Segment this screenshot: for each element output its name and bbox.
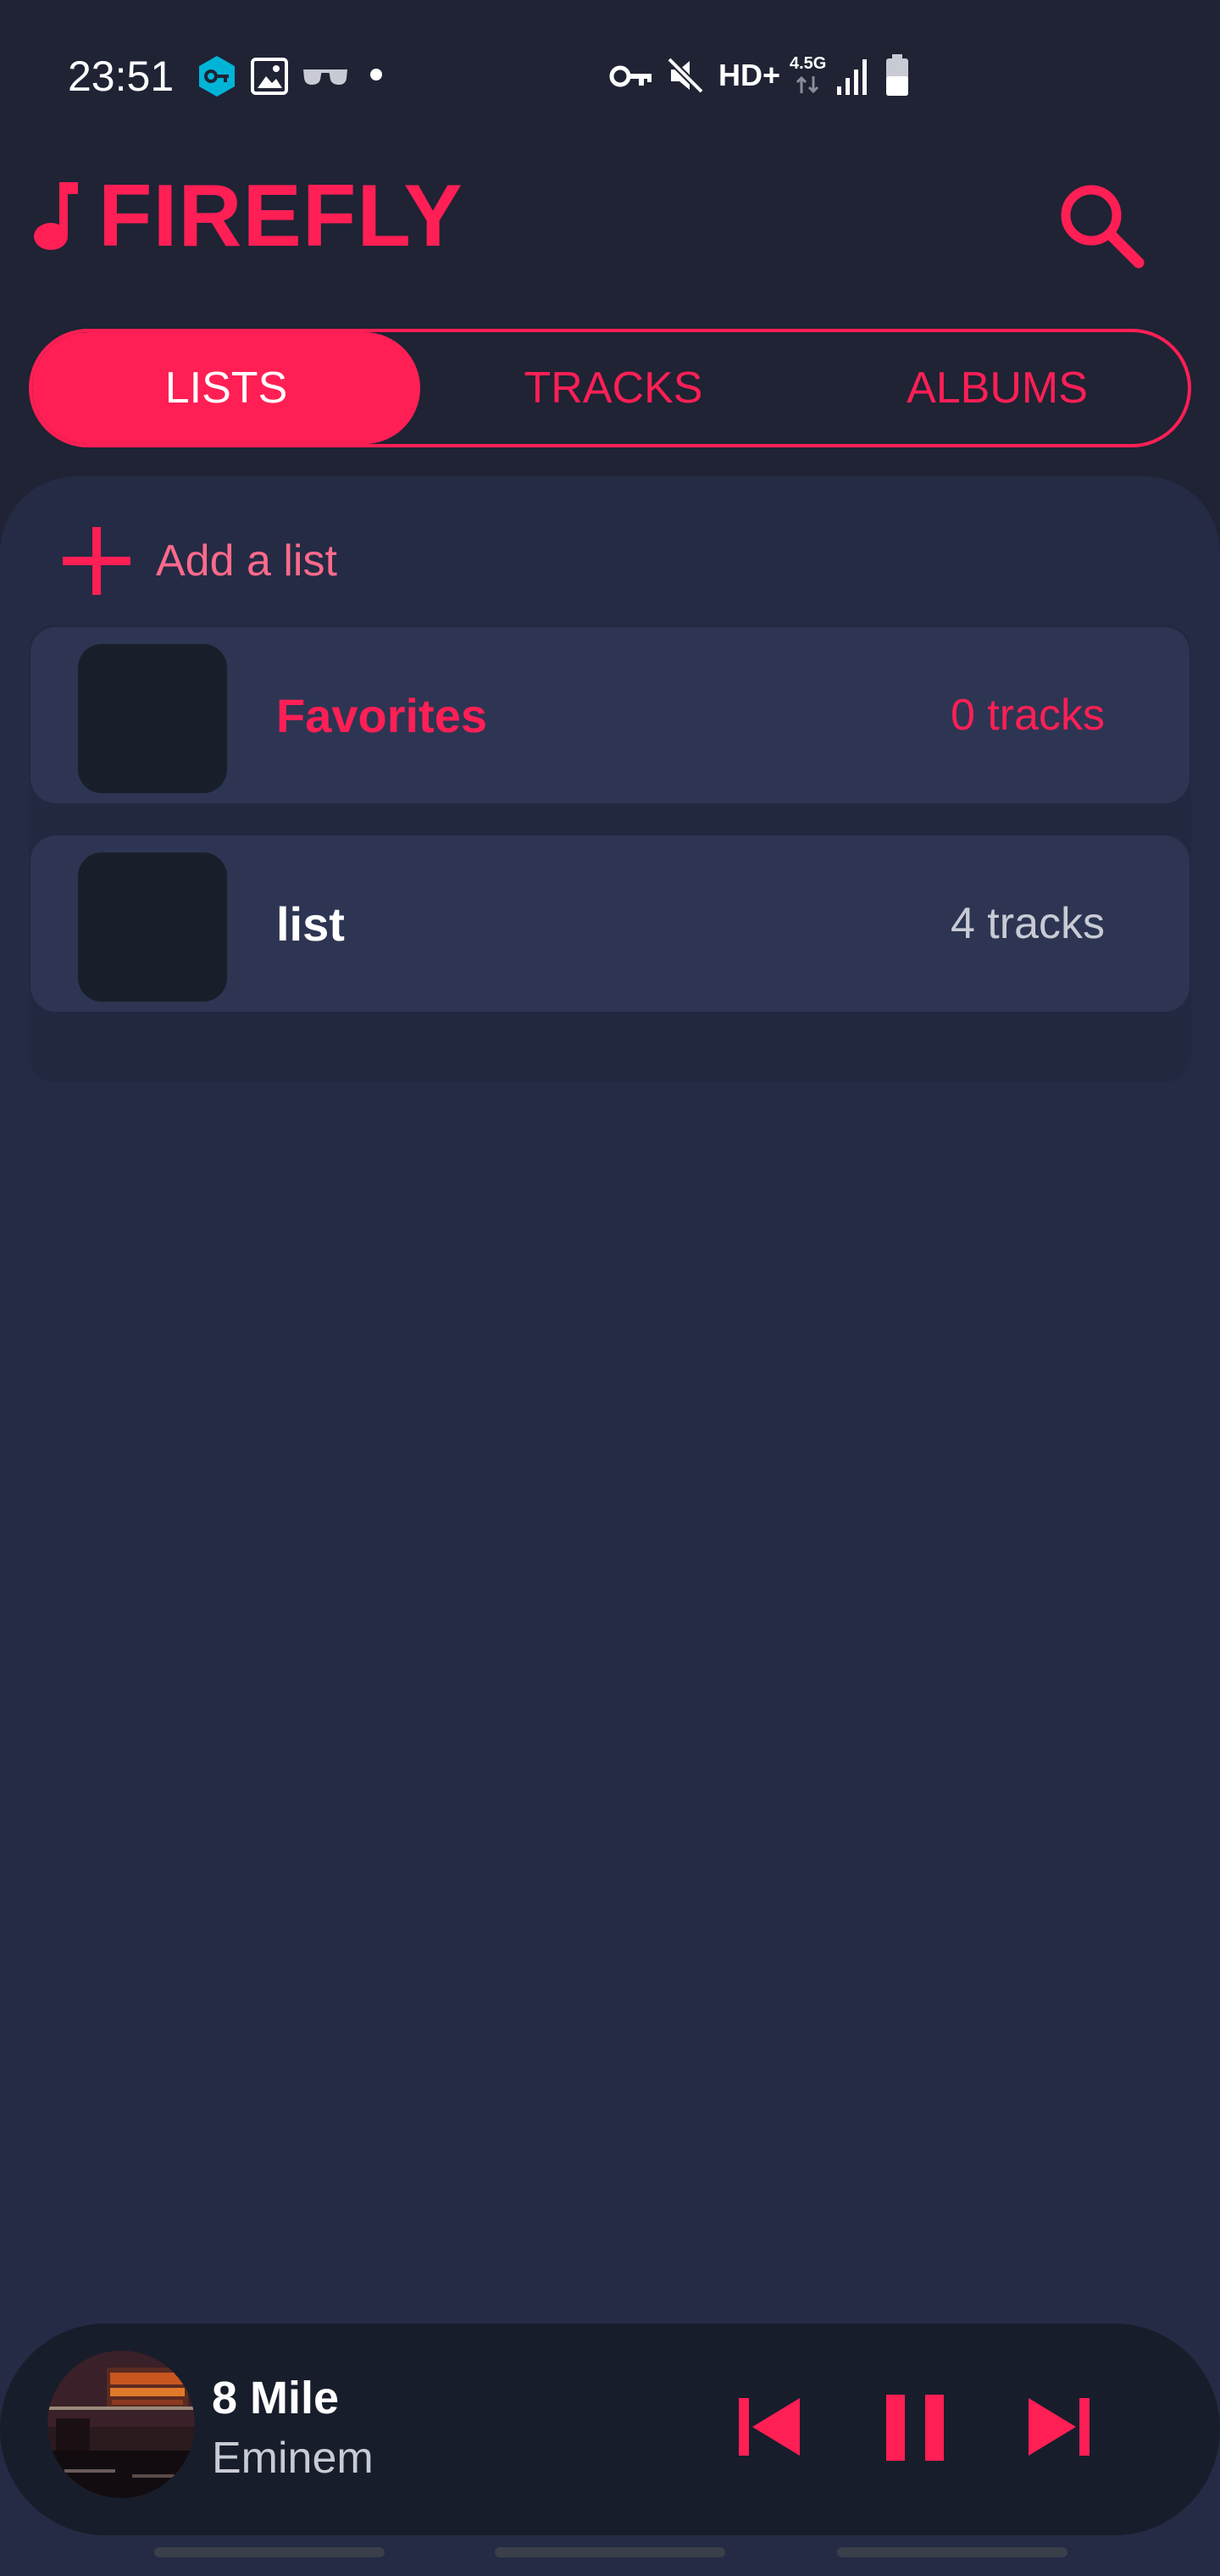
music-note-icon [34, 182, 78, 250]
signal-bars-icon [837, 59, 867, 95]
notification-dot-icon [370, 69, 382, 80]
next-icon [1029, 2398, 1090, 2456]
list-track-count: 4 tracks [950, 899, 1105, 948]
key-icon [609, 65, 652, 87]
list-item-list[interactable]: list 4 tracks [30, 836, 1190, 1012]
gesture-bar-center [495, 2547, 725, 2557]
track-artist: Eminem [212, 2434, 374, 2483]
battery-icon [886, 54, 908, 96]
list-thumbnail [78, 644, 227, 793]
list-item-favorites[interactable]: Favorites 0 tracks [30, 627, 1190, 803]
network-type: 4.5G [790, 54, 827, 73]
search-icon [1061, 185, 1145, 269]
mute-icon [667, 57, 704, 94]
gesture-bar-right [837, 2547, 1068, 2557]
vpn-key-badge-icon [199, 56, 235, 97]
tab-albums[interactable]: ALBUMS [807, 332, 1188, 444]
next-button[interactable] [1017, 2384, 1101, 2469]
app-header: FIREFLY [0, 161, 1220, 271]
app-screen: 23:51 HD+ 4.5G FIREFLY LISTS TRACKS ALBU… [0, 0, 1220, 2576]
brand: FIREFLY [30, 169, 463, 263]
incognito-glasses-icon [303, 69, 347, 85]
list-name: Favorites [276, 688, 487, 742]
plus-icon [63, 527, 130, 595]
previous-button[interactable] [727, 2384, 812, 2469]
tab-bar: LISTS TRACKS ALBUMS [29, 329, 1191, 447]
status-time: 23:51 [68, 53, 175, 100]
album-art-image [47, 2351, 195, 2498]
lists-panel: Add a list Favorites 0 tracks list 4 tra… [0, 476, 1220, 2576]
tab-tracks[interactable]: TRACKS [420, 332, 807, 444]
status-bar: 23:51 HD+ 4.5G [0, 0, 1220, 153]
network-label: HD+ [718, 58, 781, 92]
list-name: list [276, 897, 345, 951]
mini-player[interactable]: 8 Mile Eminem [0, 2323, 1220, 2535]
tab-lists[interactable]: LISTS [32, 332, 420, 444]
list-track-count: 0 tracks [950, 691, 1105, 740]
search-button[interactable] [1054, 178, 1147, 271]
add-list-button[interactable]: Add a list [61, 519, 337, 603]
pause-icon [886, 2395, 944, 2461]
previous-icon [739, 2398, 800, 2456]
gallery-icon [251, 58, 288, 95]
album-art[interactable] [47, 2351, 195, 2498]
pause-button[interactable] [873, 2384, 957, 2469]
add-list-label: Add a list [156, 536, 337, 586]
gesture-bar-left [154, 2547, 385, 2557]
app-title: FIREFLY [98, 167, 463, 265]
track-title: 8 Mile [212, 2373, 340, 2423]
list-thumbnail [78, 852, 227, 1002]
data-arrows-icon [796, 75, 819, 94]
